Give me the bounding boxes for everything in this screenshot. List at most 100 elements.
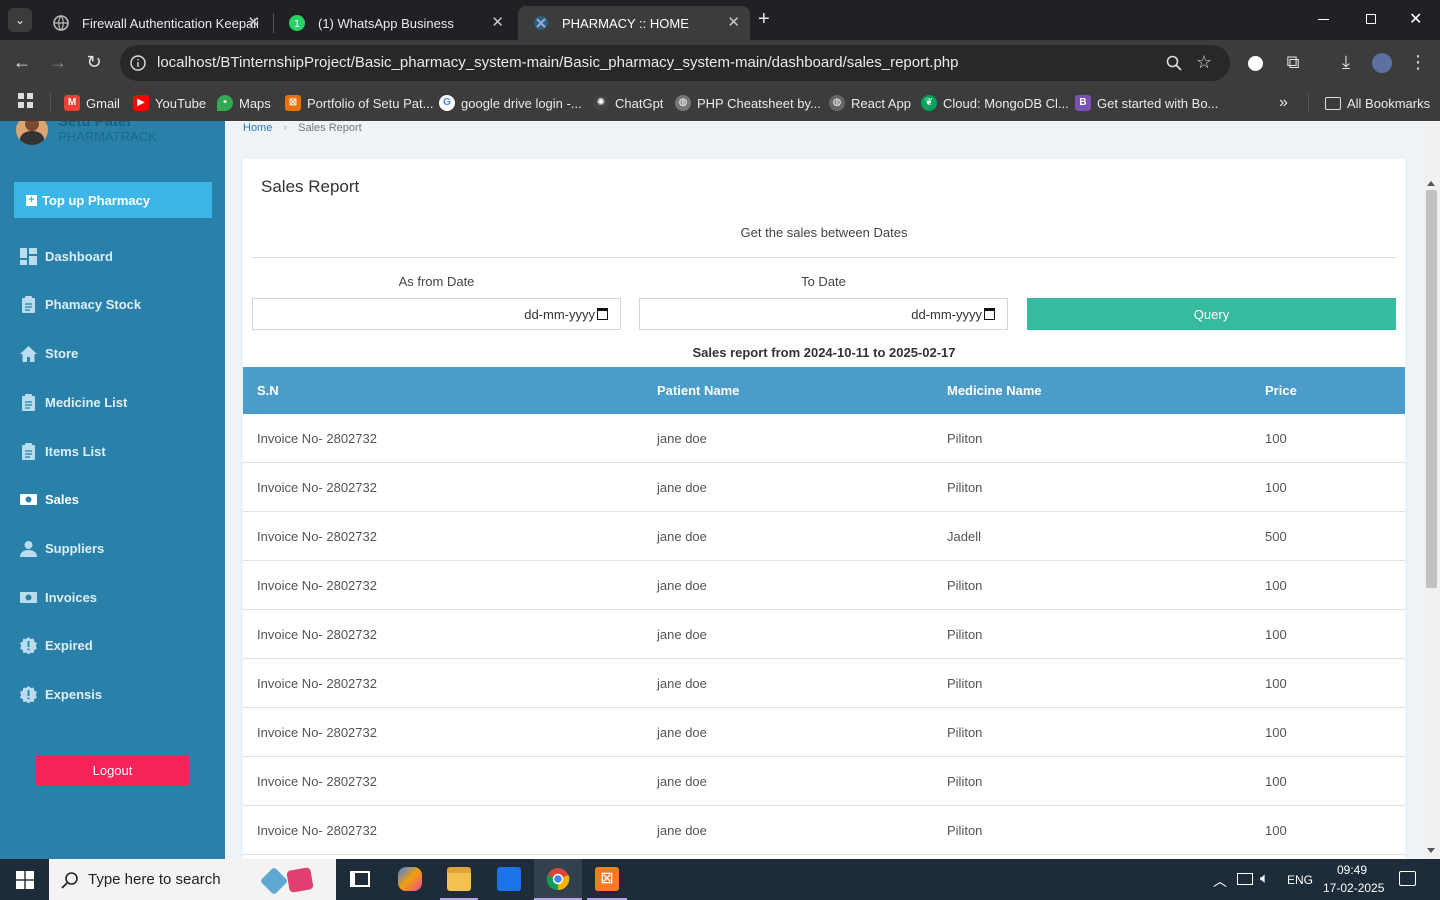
windows-start-icon[interactable] (16, 871, 34, 889)
cell-medicine-name: Piliton (947, 479, 983, 495)
globe-icon: ◍ (675, 95, 691, 111)
sidebar-item-medicine-list[interactable]: Medicine List (20, 391, 127, 413)
sidebar-item-expensis[interactable]: Expensis (20, 683, 102, 705)
clock-date[interactable]: 17-02-2025 (1323, 881, 1384, 895)
bookmark-bootstrap[interactable]: B Get started with Bo... (1075, 92, 1218, 114)
top-up-label: Top up Pharmacy (42, 192, 151, 208)
sidebar-item-label: Expired (45, 637, 93, 653)
volume-icon[interactable]: 🔈︎ (1260, 870, 1269, 887)
more-bookmarks-chevron-icon[interactable]: » (1279, 92, 1288, 114)
apps-grid-icon[interactable] (18, 93, 34, 109)
sidebar-item-invoices[interactable]: Invoices (20, 586, 97, 608)
search-icon (61, 872, 78, 889)
divider (252, 257, 1396, 258)
copilot-icon[interactable] (398, 867, 422, 891)
file-explorer-icon[interactable] (447, 867, 471, 891)
close-icon[interactable]: ✕ (247, 13, 260, 31)
bookmark-star-icon[interactable]: ☆ (1196, 52, 1212, 73)
sidebar-item-label: Expensis (45, 686, 103, 702)
close-icon[interactable]: ✕ (727, 13, 740, 31)
forward-arrow-icon[interactable]: → (46, 52, 70, 72)
scrollbar-thumb[interactable] (1426, 190, 1437, 588)
all-bookmarks-label: All Bookmarks (1347, 95, 1431, 111)
tab-pharmacy[interactable]: PHARMACY :: HOME ✕ (518, 6, 750, 40)
mongodb-leaf-icon: ❦ (921, 95, 937, 111)
to-date-input[interactable]: dd-mm-yyyy (639, 298, 1008, 330)
bookmark-php-cheatsheet[interactable]: ◍ PHP Cheatsheet by... (675, 92, 821, 114)
tab-title: (1) WhatsApp Business (318, 15, 454, 31)
task-view-icon[interactable] (350, 871, 370, 887)
close-icon[interactable]: ✕ (491, 13, 504, 31)
microsoft-store-icon[interactable] (497, 867, 521, 891)
sidebar-item-sales[interactable]: Sales (20, 488, 79, 510)
tab-search-icon[interactable]: ⌄ (8, 8, 32, 32)
avatar-icon[interactable] (1372, 53, 1392, 73)
bookmark-portfolio[interactable]: ⊠ Portfolio of Setu Pat... (285, 92, 433, 114)
tray-chevron-up-icon[interactable]: ︿ (1213, 871, 1227, 891)
new-tab-plus-icon[interactable]: + (758, 8, 770, 31)
bookmark-youtube[interactable]: ▶ YouTube (133, 92, 206, 114)
restore-icon[interactable] (1366, 14, 1376, 24)
download-icon[interactable]: ⤓ (1334, 52, 1358, 72)
alert-badge-icon (20, 685, 37, 703)
query-button[interactable]: Query (1027, 298, 1396, 330)
dashboard-icon (20, 247, 37, 265)
extensions-puzzle-icon[interactable]: ⧉ (1281, 52, 1305, 72)
language-indicator[interactable]: ENG (1287, 873, 1313, 887)
all-bookmarks[interactable]: All Bookmarks (1325, 92, 1430, 114)
address-bar[interactable]: localhost/BTinternshipProject/Basic_phar… (120, 45, 1230, 81)
bookmark-label: Portfolio of Setu Pat... (307, 95, 434, 111)
chrome-icon[interactable] (546, 867, 570, 891)
reload-icon[interactable]: ↻ (82, 52, 106, 72)
sidebar-item-expired[interactable]: Expired (20, 634, 93, 656)
report-range-text: Sales report from 2024-10-11 to 2025-02-… (692, 345, 956, 360)
bookmarks-bar: M Gmail ▶ YouTube • Maps ⊠ Portfolio of Setu… (0, 85, 1440, 121)
scroll-down-arrow-icon[interactable] (1427, 848, 1435, 853)
tab-firewall[interactable]: Firewall Authentication Keepalive ✕ (38, 6, 270, 40)
table-row: Invoice No- 2802732 jane doe Piliton 100 (243, 561, 1405, 610)
scroll-up-arrow-icon[interactable] (1427, 181, 1435, 186)
alert-badge-icon (20, 636, 37, 654)
from-date-input[interactable]: dd-mm-yyyy (252, 298, 621, 330)
bookmark-google-drive[interactable]: Ggoogle drive login -... (439, 92, 582, 114)
cell-medicine-name: Piliton (947, 724, 983, 740)
zoom-icon[interactable] (1166, 55, 1182, 71)
breadcrumb-chevron-icon: › (283, 122, 288, 134)
bookmark-maps[interactable]: • Maps (217, 92, 271, 114)
sidebar-item-store[interactable]: Store (20, 342, 78, 364)
sidebar-item-pharmacy-stock[interactable]: Phamacy Stock (20, 293, 141, 315)
clock-time[interactable]: 09:49 (1337, 863, 1367, 877)
bookmark-mongodb[interactable]: ❦ Cloud: MongoDB Cl... (921, 92, 1069, 114)
window-close-icon[interactable]: ✕ (1409, 9, 1422, 29)
tab-title: Firewall Authentication Keepalive (82, 15, 258, 31)
bookmark-gmail[interactable]: M Gmail (64, 92, 120, 114)
calendar-icon[interactable] (984, 308, 995, 320)
date-placeholder: dd-mm-yyyy (524, 306, 595, 322)
xampp-icon[interactable]: ⊠ (595, 867, 619, 891)
chatgpt-icon: ✺ (593, 95, 609, 111)
sidebar-item-items-list[interactable]: Items List (20, 440, 106, 462)
bookmarks-divider (1308, 93, 1309, 113)
bookmark-react-app[interactable]: ◍ React App (829, 92, 911, 114)
page-scrollbar[interactable] (1423, 121, 1440, 859)
logout-button[interactable]: Logout (36, 755, 189, 786)
table-row: Invoice No- 2802732 jane doe Piliton 100 (243, 806, 1405, 855)
taskbar-search-box[interactable]: Type here to search (49, 859, 336, 900)
cell-invoice: Invoice No- 2802732 (257, 577, 377, 593)
notification-icon[interactable] (1399, 871, 1416, 886)
calendar-icon[interactable] (597, 308, 608, 320)
menu-dots-icon[interactable]: ⋮ (1406, 52, 1430, 72)
sidebar-item-dashboard[interactable]: Dashboard (20, 245, 113, 267)
profile-extension-icon[interactable] (1248, 56, 1263, 71)
bookmark-chatgpt[interactable]: ✺ ChatGpt (593, 92, 663, 114)
breadcrumb-home-link[interactable]: Home (243, 122, 272, 134)
top-up-pharmacy-button[interactable]: + Top up Pharmacy (14, 182, 212, 218)
sidebar-item-suppliers[interactable]: Suppliers (20, 537, 104, 559)
site-info-icon[interactable] (130, 55, 146, 71)
network-icon[interactable] (1237, 873, 1253, 885)
minimize-icon[interactable] (1318, 19, 1329, 20)
back-arrow-icon[interactable]: ← (10, 52, 34, 72)
cell-invoice: Invoice No- 2802732 (257, 724, 377, 740)
sidebar: Setu Patel PHARMATRACK + Top up Pharmacy… (0, 121, 225, 859)
tab-whatsapp[interactable]: 1 (1) WhatsApp Business ✕ (274, 6, 514, 40)
